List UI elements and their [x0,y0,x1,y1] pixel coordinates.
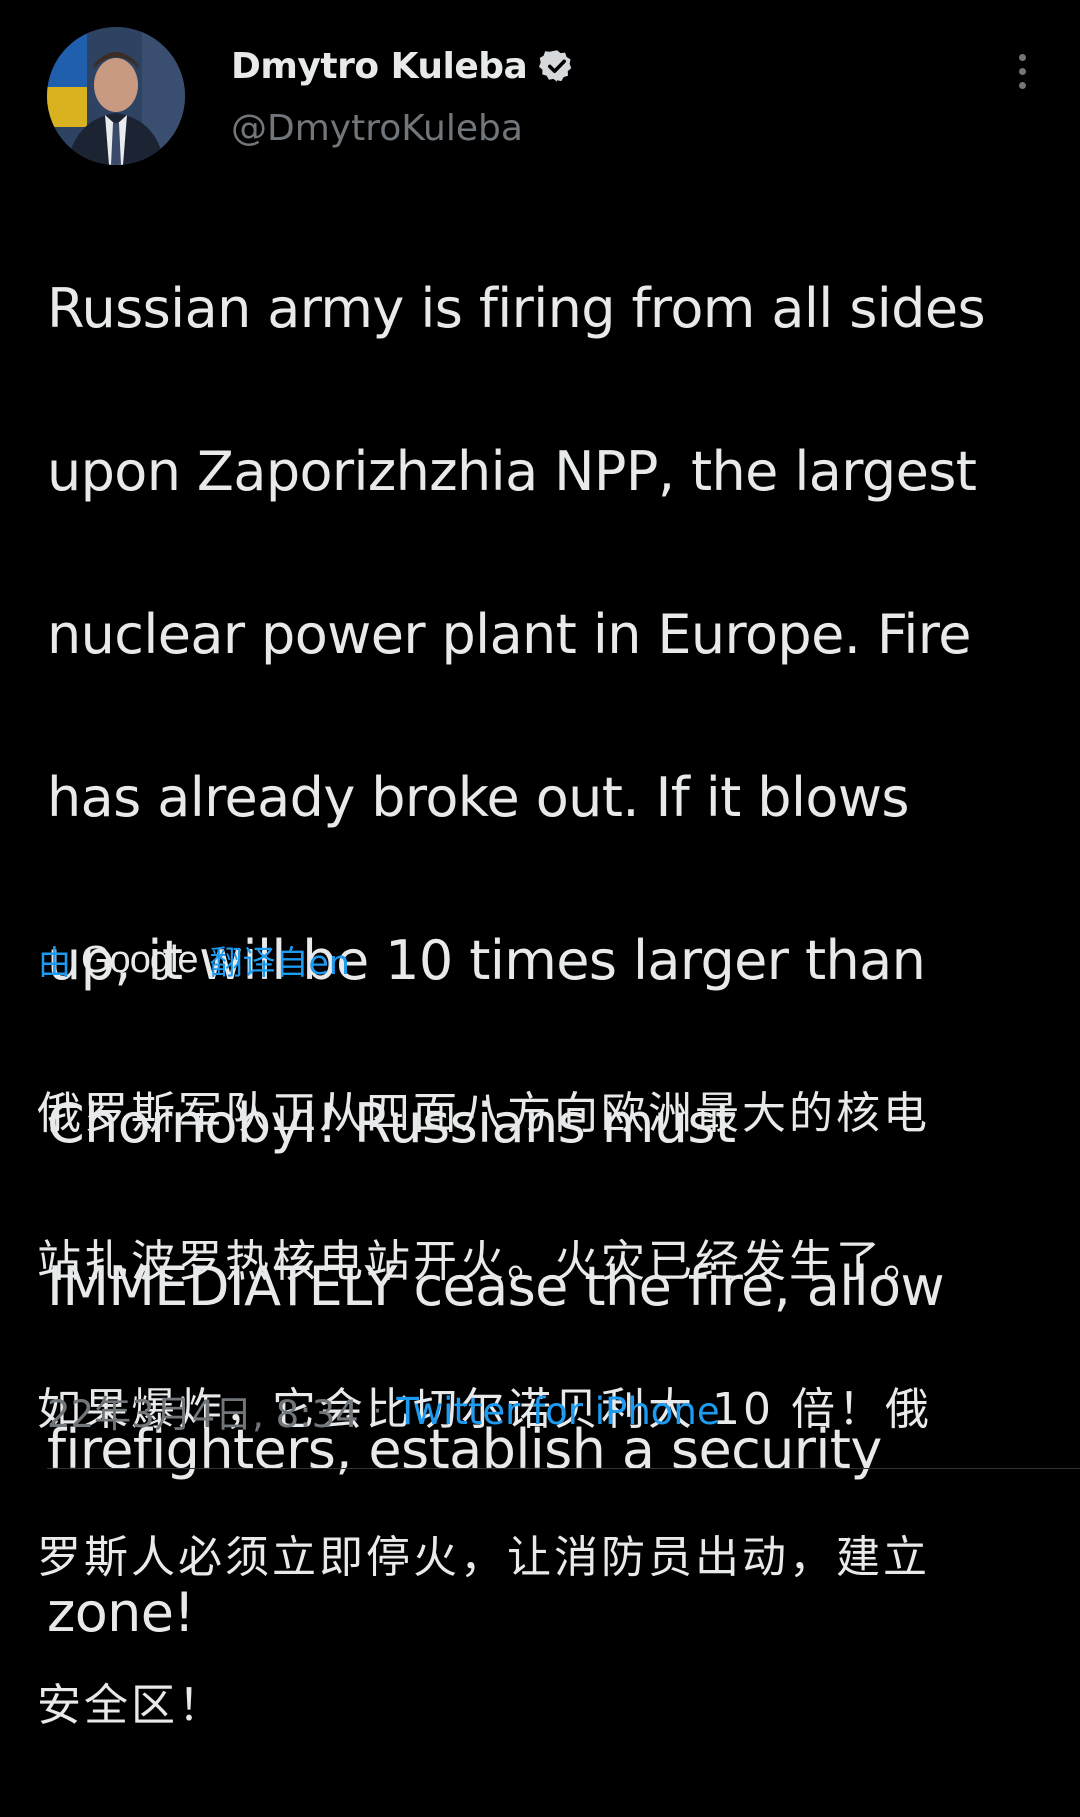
translated-text-line: 罗斯人必须立即停火，让消防员出动，建立 [37,1532,930,1583]
translated-text-line: 站扎波罗热核电站开火。火灾已经发生了。 [37,1236,930,1287]
tweet-source-link[interactable]: Twitter for iPhone [396,1390,719,1433]
tweet-text-line: Russian army is firing from all sides [47,276,986,340]
translation-source-language[interactable]: 翻译自en [210,936,350,984]
tweet-meta: 22年3月4日, 8:34 · Twitter for iPhone [47,1384,720,1438]
meta-separator: · [372,1393,383,1429]
tweet-timestamp[interactable]: 22年3月4日, 8:34 [47,1384,359,1438]
avatar-image [47,27,185,165]
translation-prefix: 由 [38,943,71,982]
tweet-detail: Dmytro Kuleba @DmytroKuleba Russian army… [0,0,1080,1731]
avatar[interactable] [47,27,185,165]
translation-attribution[interactable]: 由 Google 翻译自en [38,934,350,986]
more-options-icon[interactable] [1008,54,1036,94]
verified-badge-icon [539,50,572,82]
author-name-row[interactable]: Dmytro Kuleba [231,40,575,92]
author-display-name[interactable]: Dmytro Kuleba [231,46,528,87]
tweet-text-line: upon Zaporizhzhia NPP, the largest [47,439,977,503]
translated-text-line: 俄罗斯军队正从四面八方向欧洲最大的核电 [37,1088,930,1139]
more-dot [1018,68,1026,75]
translated-text-line: 安全区！ [37,1680,225,1731]
tweet-text-line: has already broke out. If it blows [47,765,910,829]
tweet-text-line: nuclear power plant in Europe. Fire [47,602,971,666]
divider [47,1468,1080,1469]
more-dot [1018,82,1026,89]
author-handle[interactable]: @DmytroKuleba [231,108,523,149]
google-logo: Google [81,938,199,981]
more-dot [1018,54,1026,61]
